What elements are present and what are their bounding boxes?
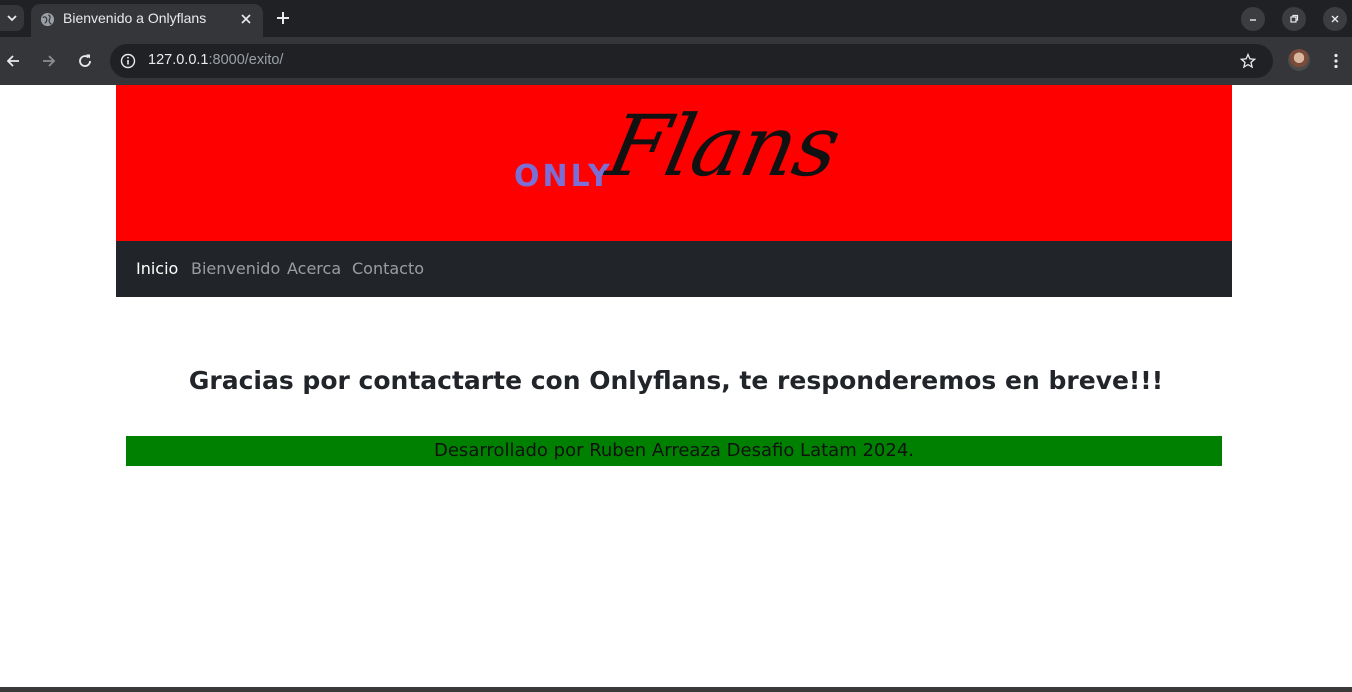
success-message: Gracias por contactarte con Onlyflans, t…	[188, 365, 1164, 395]
site-info-button[interactable]	[119, 52, 137, 70]
logo-only-text: ONLY	[514, 159, 613, 194]
forward-button[interactable]	[37, 49, 61, 73]
browser-toolbar: 127.0.0.1:8000/exito/	[0, 37, 1352, 85]
minimize-icon	[1250, 19, 1256, 21]
footer: Desarrollado por Ruben Arreaza Desafio L…	[126, 436, 1222, 466]
nav-link-inicio[interactable]: Inicio	[136, 259, 178, 278]
address-bar[interactable]: 127.0.0.1:8000/exito/	[110, 44, 1273, 78]
browser-menu-button[interactable]	[1326, 49, 1346, 73]
star-icon	[1240, 53, 1256, 69]
plus-icon	[277, 12, 289, 24]
tab-title: Bienvenido a Onlyflans	[63, 10, 207, 26]
close-icon	[1331, 15, 1339, 23]
profile-avatar[interactable]	[1288, 49, 1310, 71]
main-navbar: Inicio Bienvenido Acerca Contacto	[116, 241, 1232, 297]
info-icon	[120, 53, 136, 69]
tab-search-button[interactable]	[0, 5, 24, 31]
reload-icon	[79, 54, 91, 67]
restore-icon	[1290, 14, 1299, 23]
browser-tab[interactable]: Bienvenido a Onlyflans	[31, 4, 263, 37]
nav-link-acerca[interactable]: Acerca	[287, 259, 341, 278]
arrow-right-icon	[43, 55, 56, 67]
minimize-button[interactable]	[1241, 7, 1265, 31]
reload-button[interactable]	[73, 49, 97, 73]
url-host: 127.0.0.1	[148, 52, 209, 68]
url-path: :8000/exito/	[208, 52, 284, 68]
bookmark-button[interactable]	[1238, 51, 1258, 71]
logo: ONLY Flans	[514, 97, 848, 211]
page-viewport: ONLY Flans Inicio Bienvenido Acerca Cont…	[0, 85, 1352, 687]
close-icon	[241, 14, 251, 24]
nav-link-contacto[interactable]: Contacto	[352, 259, 424, 278]
header-banner: ONLY Flans	[116, 85, 1232, 241]
nav-link-bienvenido[interactable]: Bienvenido	[191, 259, 280, 278]
kebab-menu-icon	[1334, 53, 1338, 69]
new-tab-button[interactable]	[272, 7, 294, 29]
url-text: 127.0.0.1:8000/exito/	[148, 52, 283, 68]
logo-flans-text: Flans	[599, 97, 848, 195]
restore-button[interactable]	[1282, 7, 1306, 31]
browser-tab-strip: Bienvenido a Onlyflans	[0, 0, 1352, 37]
tab-close-button[interactable]	[237, 10, 255, 28]
arrow-left-icon	[6, 55, 19, 67]
chevron-down-icon	[7, 15, 17, 22]
back-button[interactable]	[1, 49, 25, 73]
window-bottom-edge	[0, 687, 1352, 692]
globe-icon	[40, 12, 55, 27]
close-window-button[interactable]	[1323, 7, 1347, 31]
